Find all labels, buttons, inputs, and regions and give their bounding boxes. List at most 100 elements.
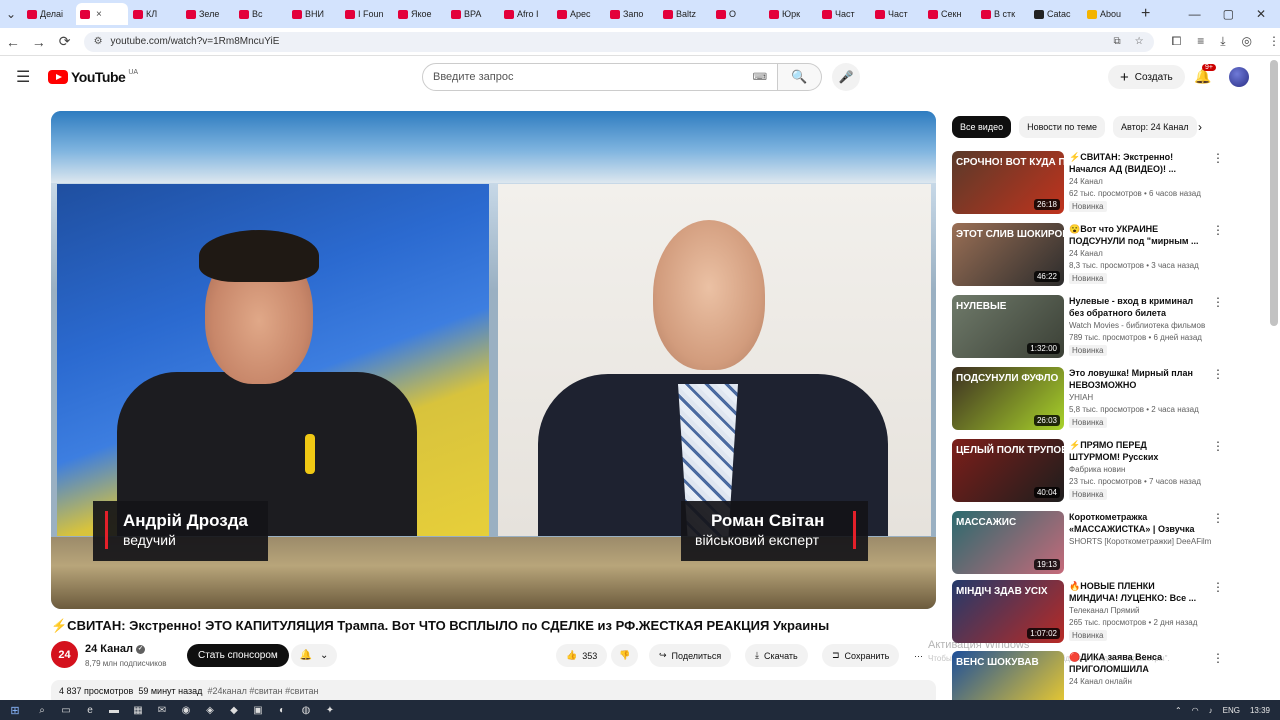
video-thumbnail[interactable]: ПОДСУНУЛИ ФУФЛО 26:03 [952,367,1064,430]
browser-tab[interactable]: КЛ [129,3,181,25]
video-thumbnail[interactable]: СРОЧНО! ВОТ КУДА ПОПАЛ МАДЯР! 26:18 [952,151,1064,214]
more-vertical-icon[interactable]: ⋮ [1212,151,1224,165]
browser-tab[interactable]: Зеле [182,3,234,25]
more-actions-button[interactable]: ··· [908,644,929,667]
page-scrollbar[interactable] [1270,60,1278,326]
reading-list-icon[interactable]: ≡ [1197,34,1204,49]
store-icon[interactable]: ▦ [126,703,150,717]
tab-search-icon[interactable]: ⌄ [0,3,22,25]
browser-tab[interactable]: ВРА [447,3,499,25]
download-button[interactable]: ⤓ Скачать [745,644,808,667]
recommended-video-channel[interactable]: 24 Канал онлайн [1069,677,1132,686]
search-button[interactable]: 🔍 [778,63,822,91]
new-tab-button[interactable]: + [1135,5,1150,23]
mail-icon[interactable]: ✉ [150,703,174,717]
recommended-video-channel[interactable]: 24 Канал [1069,177,1103,186]
filter-chip[interactable]: Автор: 24 Канал [1113,116,1197,138]
create-button[interactable]: + Создать [1108,65,1185,89]
more-vertical-icon[interactable]: ⋮ [1212,580,1224,594]
recommended-video[interactable]: ПОДСУНУЛИ ФУФЛО 26:03 Это ловушка! Мирный … [952,367,1252,433]
task-view-icon[interactable]: ▭ [54,703,78,717]
forward-button[interactable]: → [26,34,52,50]
download-icon[interactable]: ⤓ [1220,34,1225,49]
volume-icon[interactable]: ♪ [1209,706,1213,715]
browser-tab[interactable]: Вс [235,3,287,25]
more-vertical-icon[interactable]: ⋮ [1212,511,1224,525]
app-icon[interactable]: ▣ [246,703,270,717]
search-icon[interactable]: ⌕ [30,703,54,717]
account-avatar[interactable] [1229,67,1249,87]
browser-tab[interactable]: В стк [977,3,1029,25]
browser-menu-icon[interactable]: ⋮ [1268,34,1280,49]
windows-start-icon[interactable]: ⊞ [0,704,30,717]
video-thumbnail[interactable]: МІНДІЧ ЗДАВ УСІХ 1:07:02 [952,580,1064,643]
app-icon[interactable]: ◆ [222,703,246,717]
tab-close-icon[interactable]: × [96,9,102,20]
back-button[interactable]: ← [0,34,26,50]
app-icon[interactable]: ✦ [318,703,342,717]
more-vertical-icon[interactable]: ⋮ [1212,651,1224,665]
browser-tab[interactable]: Baltz [659,3,711,25]
search-input[interactable]: Введите запрос ⌨ [422,63,778,91]
video-thumbnail[interactable]: НУЛЕВЫЕ 1:32:00 [952,295,1064,358]
maximize-button[interactable]: ▢ [1223,7,1234,21]
recommended-video-channel[interactable]: Фабрика новин [1069,465,1125,474]
app-icon[interactable]: ◈ [198,703,222,717]
profile-icon[interactable]: ◎ [1242,34,1252,49]
recommended-video-channel[interactable]: 24 Канал [1069,249,1103,258]
language-indicator[interactable]: ENG [1223,706,1240,715]
channel-name[interactable]: 24 Канал ✓ [85,643,146,655]
filter-chip[interactable]: Все видео [952,116,1012,138]
more-vertical-icon[interactable]: ⋮ [1212,367,1224,381]
recommended-video[interactable]: МІНДІЧ ЗДАВ УСІХ 1:07:02 🔥НОВЫЕ ПЛЕНКИ МИН… [952,580,1252,646]
browser-tab[interactable]: Запо [606,3,658,25]
recommended-video[interactable]: ЭТОТ СЛИВ ШОКИРОВАЛ ВСЕ 46:22 😮Вот что УКР… [952,223,1252,289]
menu-hamburger-icon[interactable]: ☰ [16,67,36,87]
browser-tab[interactable]: Afro I [500,3,552,25]
browser-tab[interactable]: Арес [553,3,605,25]
recommended-video-channel[interactable]: УНІАН [1069,393,1093,402]
browser-tab[interactable]: О [712,3,764,25]
more-vertical-icon[interactable]: ⋮ [1212,295,1224,309]
channel-avatar[interactable]: 24 [51,641,78,668]
dislike-button[interactable]: 👎 [611,644,639,667]
recommended-video[interactable]: МАССАЖИС 19:13 Короткометражка «МАССАЖИСТК… [952,511,1252,577]
edge-icon[interactable]: e [78,703,102,717]
like-button[interactable]: 👍 353 [556,644,608,667]
reload-button[interactable]: ⟳ [52,33,78,50]
browser-tab[interactable]: Делаі [23,3,75,25]
filter-chip[interactable]: Новости по теме [1019,116,1106,138]
browser-tab[interactable]: Якое [394,3,446,25]
browser-tab[interactable]: Юрк [765,3,817,25]
browser-tab[interactable]: I Foun [341,3,393,25]
folder-icon[interactable]: ▬ [102,703,126,717]
video-thumbnail[interactable]: МАССАЖИС 19:13 [952,511,1064,574]
more-vertical-icon[interactable]: ⋮ [1212,223,1224,237]
recommended-video[interactable]: ЦЕЛЫЙ ПОЛК ТРУПОВ! 40:04 ⚡ПРЯМО ПЕРЕД ШТУР… [952,439,1252,505]
clock[interactable]: 13:39 [1250,706,1270,715]
chevron-right-icon[interactable]: › [1198,120,1202,134]
keyboard-icon[interactable]: ⌨ [753,72,767,83]
browser-tab[interactable]: Секн [924,3,976,25]
network-icon[interactable]: ◠ [1192,706,1199,715]
video-thumbnail[interactable]: ЦЕЛЫЙ ПОЛК ТРУПОВ! 40:04 [952,439,1064,502]
recommended-video[interactable]: СРОЧНО! ВОТ КУДА ПОПАЛ МАДЯР! 26:18 ⚡СВИТА… [952,151,1252,217]
browser-tab[interactable]: Част [818,3,870,25]
voice-search-button[interactable]: 🎤 [832,63,860,91]
browser-tab[interactable]: ВНИ [288,3,340,25]
site-info-icon[interactable]: ⚙ [94,36,103,47]
extensions-icon[interactable]: ⧠ [1172,34,1182,49]
recommended-video-channel[interactable]: Телеканал Прямий [1069,606,1140,615]
save-button[interactable]: ⊐ Сохранить [822,644,900,667]
browser-tab[interactable]: × [76,3,128,25]
browser-tab[interactable]: Abou [1083,3,1135,25]
install-app-icon[interactable]: ⧉ [1113,36,1120,47]
video-player[interactable]: Андрій Дрозда ведучий Роман Світан війсь… [51,111,936,609]
more-vertical-icon[interactable]: ⋮ [1212,439,1224,453]
chrome-icon[interactable]: ◉ [174,703,198,717]
share-button[interactable]: ↪ Поделиться [649,644,732,667]
browser-tab[interactable]: Част [871,3,923,25]
close-window-button[interactable]: ✕ [1256,7,1266,21]
youtube-logo[interactable]: YouTube UA [48,69,138,85]
sponsor-button[interactable]: Стать спонсором [187,644,289,667]
